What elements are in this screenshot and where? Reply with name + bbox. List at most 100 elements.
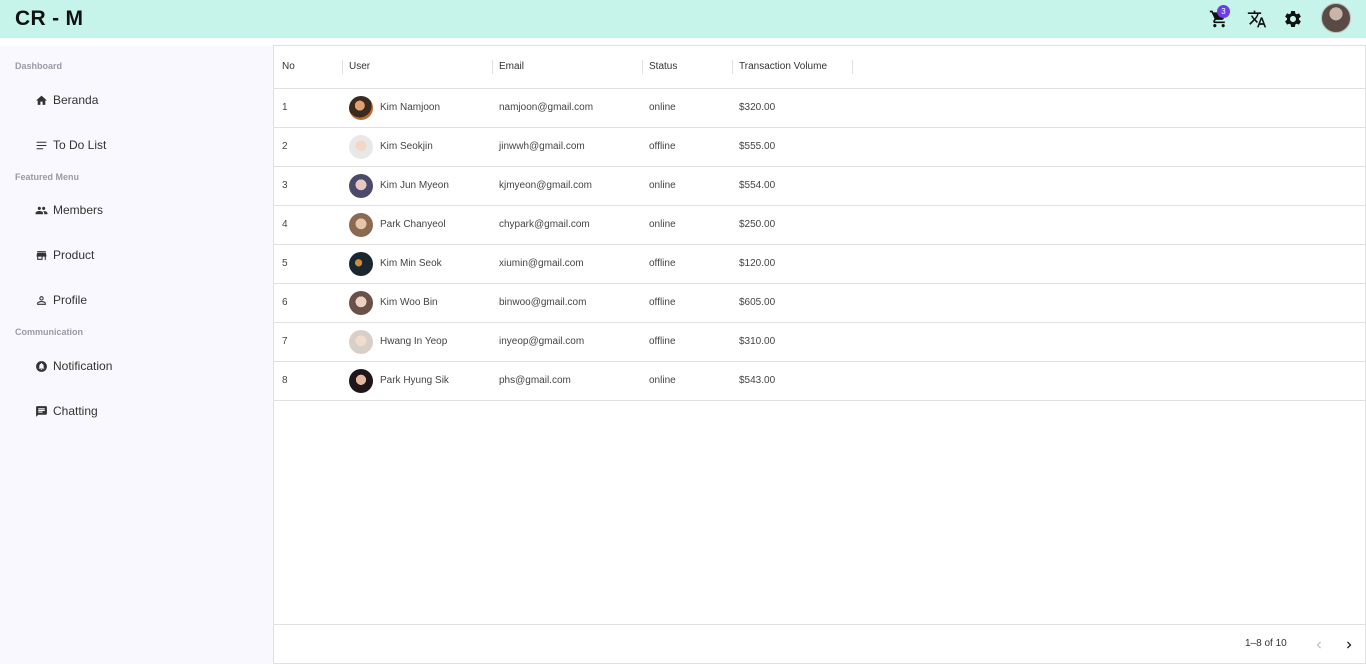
- column-header-status[interactable]: Status: [649, 61, 677, 72]
- cell-status: offline: [649, 336, 676, 347]
- column-separator[interactable]: [852, 60, 853, 74]
- cell-transaction-volume: $555.00: [739, 141, 776, 152]
- cell-transaction-volume: $543.00: [739, 375, 776, 386]
- cell-status: offline: [649, 141, 676, 152]
- avatar: [349, 369, 373, 393]
- cell-transaction-volume: $320.00: [739, 102, 776, 113]
- sidebar-item-to-do-list[interactable]: To Do List: [35, 135, 106, 155]
- previous-page-button[interactable]: [1309, 635, 1329, 655]
- translate-icon[interactable]: [1246, 8, 1268, 30]
- cell-no: 1: [282, 102, 288, 113]
- cell-email: namjoon@gmail.com: [499, 102, 594, 113]
- sidebar-item-notification[interactable]: Notification: [35, 356, 112, 376]
- cell-user: Park Hyung Sik: [380, 375, 449, 386]
- chevron-left-icon: [1316, 641, 1321, 649]
- table-row[interactable]: 6 Kim Woo Bin binwoo@gmail.com offline $…: [274, 284, 1366, 323]
- cell-email: binwoo@gmail.com: [499, 297, 587, 308]
- avatar: [349, 135, 373, 159]
- column-header-user[interactable]: User: [349, 61, 370, 72]
- cell-email: jinwwh@gmail.com: [499, 141, 585, 152]
- list-icon: [36, 141, 47, 149]
- cell-user: Kim Seokjin: [380, 141, 433, 152]
- pagination-info: 1–8 of 10: [1245, 638, 1287, 649]
- cell-no: 2: [282, 141, 288, 152]
- cell-user: Hwang In Yeop: [380, 336, 448, 347]
- chevron-right-icon: [1347, 641, 1352, 649]
- people-icon: [35, 206, 48, 214]
- column-separator[interactable]: [642, 60, 643, 74]
- cell-user: Kim Jun Myeon: [380, 180, 449, 191]
- avatar: [349, 96, 373, 120]
- cell-email: inyeop@gmail.com: [499, 336, 585, 347]
- cell-email: phs@gmail.com: [499, 375, 571, 386]
- cell-transaction-volume: $554.00: [739, 180, 776, 191]
- cell-transaction-volume: $250.00: [739, 219, 776, 230]
- column-separator[interactable]: [732, 60, 733, 74]
- table-footer: 1–8 of 10: [274, 624, 1366, 664]
- sidebar-item-product[interactable]: Product: [35, 245, 94, 265]
- data-grid: No User Email Status Transaction Volume …: [273, 45, 1366, 664]
- sidebar: Dashboard Beranda To Do List Featured Me…: [0, 46, 273, 664]
- cell-no: 5: [282, 258, 288, 269]
- table-row[interactable]: 8 Park Hyung Sik phs@gmail.com online $5…: [274, 362, 1366, 401]
- cell-status: online: [649, 180, 676, 191]
- sidebar-item-beranda[interactable]: Beranda: [35, 90, 98, 110]
- avatar: [349, 213, 373, 237]
- cell-no: 4: [282, 219, 288, 230]
- cell-status: online: [649, 102, 676, 113]
- table-row[interactable]: 1 Kim Namjoon namjoon@gmail.com online $…: [274, 89, 1366, 128]
- store-icon: [36, 250, 47, 260]
- cell-email: chypark@gmail.com: [499, 219, 590, 230]
- column-header-email[interactable]: Email: [499, 61, 524, 72]
- column-separator[interactable]: [342, 60, 343, 74]
- app-brand[interactable]: CR - M: [15, 7, 83, 31]
- sidebar-item-label: Beranda: [53, 93, 99, 107]
- cell-status: online: [649, 219, 676, 230]
- sidebar-item-label: Chatting: [53, 404, 98, 418]
- sidebar-item-profile[interactable]: Profile: [35, 290, 87, 310]
- avatar: [349, 330, 373, 354]
- cell-user: Kim Woo Bin: [380, 297, 438, 308]
- table-row[interactable]: 4 Park Chanyeol chypark@gmail.com online…: [274, 206, 1366, 245]
- cell-no: 3: [282, 180, 288, 191]
- avatar: [349, 252, 373, 276]
- user-avatar[interactable]: [1321, 3, 1351, 33]
- cell-user: Kim Namjoon: [380, 102, 441, 113]
- top-bar: CR - M 3: [0, 0, 1366, 38]
- cell-transaction-volume: $120.00: [739, 258, 776, 269]
- sidebar-item-members[interactable]: Members: [35, 200, 103, 220]
- notification-icon: [36, 360, 47, 372]
- cart-count-badge: 3: [1217, 5, 1230, 18]
- cell-status: online: [649, 375, 676, 386]
- cell-no: 7: [282, 336, 288, 347]
- column-separator[interactable]: [492, 60, 493, 74]
- cell-email: xiumin@gmail.com: [499, 258, 584, 269]
- gear-icon[interactable]: [1282, 8, 1304, 30]
- sidebar-item-chatting[interactable]: Chatting: [35, 401, 98, 421]
- column-header-no[interactable]: No: [282, 61, 295, 72]
- sidebar-item-label: Members: [53, 203, 104, 217]
- section-title-dashboard: Dashboard: [15, 61, 63, 71]
- cell-email: kjmyeon@gmail.com: [499, 180, 592, 191]
- cell-user: Park Chanyeol: [380, 219, 446, 230]
- person-icon: [37, 295, 46, 305]
- avatar: [349, 291, 373, 315]
- table-header: No User Email Status Transaction Volume: [274, 46, 1366, 89]
- sidebar-item-label: Notification: [53, 359, 113, 373]
- sidebar-item-label: Product: [53, 248, 95, 262]
- cell-user: Kim Min Seok: [380, 258, 442, 269]
- table-row[interactable]: 2 Kim Seokjin jinwwh@gmail.com offline $…: [274, 128, 1366, 167]
- table-row[interactable]: 3 Kim Jun Myeon kjmyeon@gmail.com online…: [274, 167, 1366, 206]
- cell-transaction-volume: $310.00: [739, 336, 776, 347]
- table-row[interactable]: 5 Kim Min Seok xiumin@gmail.com offline …: [274, 245, 1366, 284]
- home-icon: [36, 95, 47, 105]
- sidebar-item-label: Profile: [53, 293, 88, 307]
- section-title-featured-menu: Featured Menu: [15, 172, 80, 182]
- column-header-transaction-volume[interactable]: Transaction Volume: [739, 61, 827, 72]
- section-title-communication: Communication: [15, 327, 84, 337]
- table-row[interactable]: 7 Hwang In Yeop inyeop@gmail.com offline…: [274, 323, 1366, 362]
- cell-transaction-volume: $605.00: [739, 297, 776, 308]
- chat-icon: [36, 405, 47, 417]
- sidebar-item-label: To Do List: [53, 138, 107, 152]
- next-page-button[interactable]: [1339, 635, 1359, 655]
